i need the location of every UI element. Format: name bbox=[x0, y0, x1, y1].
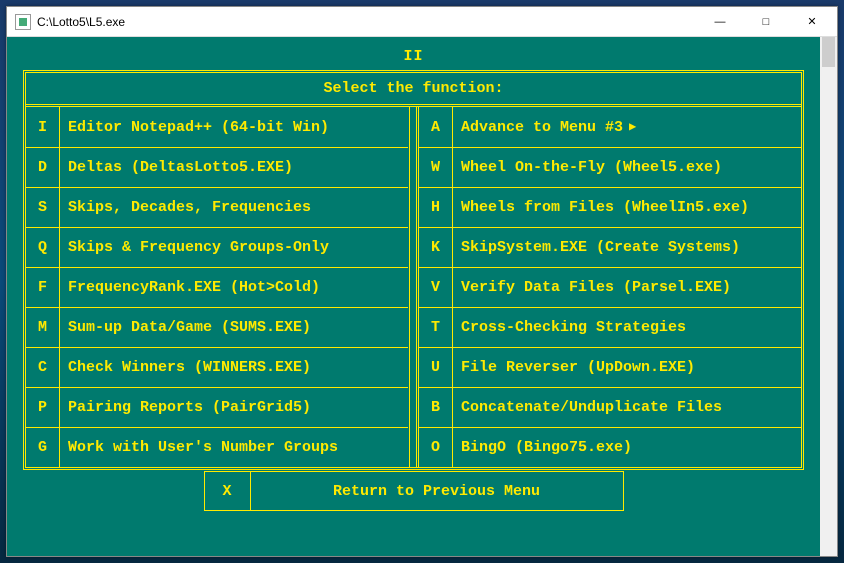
window-title: C:\Lotto5\L5.exe bbox=[37, 15, 697, 29]
menu-grid: IEditor Notepad++ (64-bit Win)DDeltas (D… bbox=[26, 107, 801, 467]
app-window: C:\Lotto5\L5.exe — □ ✕ II Select the fun… bbox=[6, 6, 838, 557]
menu-key: S bbox=[26, 188, 60, 227]
menu-item-b[interactable]: BConcatenate/Unduplicate Files bbox=[419, 387, 801, 427]
close-button[interactable]: ✕ bbox=[789, 8, 835, 36]
menu-label: Work with User's Number Groups bbox=[60, 428, 408, 467]
menu-item-s[interactable]: SSkips, Decades, Frequencies bbox=[26, 187, 408, 227]
menu-label: Deltas (DeltasLotto5.EXE) bbox=[60, 148, 408, 187]
menu-key: X bbox=[205, 472, 251, 510]
menu-item-a[interactable]: AAdvance to Menu #3▶ bbox=[419, 107, 801, 147]
menu-item-k[interactable]: KSkipSystem.EXE (Create Systems) bbox=[419, 227, 801, 267]
menu-item-f[interactable]: FFrequencyRank.EXE (Hot>Cold) bbox=[26, 267, 408, 307]
menu-item-return[interactable]: X Return to Previous Menu bbox=[204, 471, 624, 511]
menu-item-h[interactable]: HWheels from Files (WheelIn5.exe) bbox=[419, 187, 801, 227]
menu-label: Pairing Reports (PairGrid5) bbox=[60, 388, 408, 427]
arrow-right-icon: ▶ bbox=[629, 121, 636, 133]
menu-label: BingO (Bingo75.exe) bbox=[453, 428, 801, 467]
menu-item-t[interactable]: TCross-Checking Strategies bbox=[419, 307, 801, 347]
menu-label: Wheel On-the-Fly (Wheel5.exe) bbox=[453, 148, 801, 187]
menu-item-m[interactable]: MSum-up Data/Game (SUMS.EXE) bbox=[26, 307, 408, 347]
menu-prompt: Select the function: bbox=[26, 73, 801, 107]
menu-label: Skips & Frequency Groups-Only bbox=[60, 228, 408, 267]
menu-key: B bbox=[419, 388, 453, 427]
titlebar[interactable]: C:\Lotto5\L5.exe — □ ✕ bbox=[7, 7, 837, 37]
menu-column-right: AAdvance to Menu #3▶WWheel On-the-Fly (W… bbox=[419, 107, 801, 467]
menu-item-i[interactable]: IEditor Notepad++ (64-bit Win) bbox=[26, 107, 408, 147]
scrollbar-track[interactable] bbox=[820, 37, 837, 556]
menu-key: O bbox=[419, 428, 453, 467]
menu-key: H bbox=[419, 188, 453, 227]
menu-label: Editor Notepad++ (64-bit Win) bbox=[60, 107, 408, 147]
menu-label: Verify Data Files (Parsel.EXE) bbox=[453, 268, 801, 307]
menu-item-g[interactable]: GWork with User's Number Groups bbox=[26, 427, 408, 467]
menu-item-p[interactable]: PPairing Reports (PairGrid5) bbox=[26, 387, 408, 427]
menu-key: D bbox=[26, 148, 60, 187]
menu-item-q[interactable]: QSkips & Frequency Groups-Only bbox=[26, 227, 408, 267]
column-separator bbox=[409, 107, 419, 467]
menu-key: I bbox=[26, 107, 60, 147]
menu-label: Sum-up Data/Game (SUMS.EXE) bbox=[60, 308, 408, 347]
menu-label: Wheels from Files (WheelIn5.exe) bbox=[453, 188, 801, 227]
menu-label: Cross-Checking Strategies bbox=[453, 308, 801, 347]
menu-item-v[interactable]: VVerify Data Files (Parsel.EXE) bbox=[419, 267, 801, 307]
menu-key: W bbox=[419, 148, 453, 187]
scrollbar-thumb[interactable] bbox=[822, 37, 835, 67]
menu-item-o[interactable]: OBingO (Bingo75.exe) bbox=[419, 427, 801, 467]
menu-key: Q bbox=[26, 228, 60, 267]
menu-label: Advance to Menu #3▶ bbox=[453, 107, 801, 147]
minimize-button[interactable]: — bbox=[697, 8, 743, 36]
client-area: II Select the function: IEditor Notepad+… bbox=[7, 37, 837, 556]
menu-column-left: IEditor Notepad++ (64-bit Win)DDeltas (D… bbox=[26, 107, 409, 467]
app-icon bbox=[15, 14, 31, 30]
menu-item-w[interactable]: WWheel On-the-Fly (Wheel5.exe) bbox=[419, 147, 801, 187]
menu-key: K bbox=[419, 228, 453, 267]
menu-key: C bbox=[26, 348, 60, 387]
menu-item-c[interactable]: CCheck Winners (WINNERS.EXE) bbox=[26, 347, 408, 387]
menu-label: FrequencyRank.EXE (Hot>Cold) bbox=[60, 268, 408, 307]
menu-label: Concatenate/Unduplicate Files bbox=[453, 388, 801, 427]
vertical-scrollbar[interactable] bbox=[820, 37, 837, 556]
menu-label: Skips, Decades, Frequencies bbox=[60, 188, 408, 227]
menu-frame: Select the function: IEditor Notepad++ (… bbox=[23, 70, 804, 470]
menu-label: Check Winners (WINNERS.EXE) bbox=[60, 348, 408, 387]
menu-key: M bbox=[26, 308, 60, 347]
menu-key: V bbox=[419, 268, 453, 307]
menu-label: File Reverser (UpDown.EXE) bbox=[453, 348, 801, 387]
menu-key: U bbox=[419, 348, 453, 387]
menu-key: P bbox=[26, 388, 60, 427]
console: II Select the function: IEditor Notepad+… bbox=[7, 37, 820, 556]
menu-item-u[interactable]: UFile Reverser (UpDown.EXE) bbox=[419, 347, 801, 387]
menu-item-d[interactable]: DDeltas (DeltasLotto5.EXE) bbox=[26, 147, 408, 187]
menu-key: A bbox=[419, 107, 453, 147]
page-number: II bbox=[23, 49, 804, 64]
menu-label: SkipSystem.EXE (Create Systems) bbox=[453, 228, 801, 267]
maximize-button[interactable]: □ bbox=[743, 8, 789, 36]
menu-label: Return to Previous Menu bbox=[251, 472, 623, 510]
window-controls: — □ ✕ bbox=[697, 8, 835, 36]
menu-key: T bbox=[419, 308, 453, 347]
menu-key: G bbox=[26, 428, 60, 467]
menu-key: F bbox=[26, 268, 60, 307]
